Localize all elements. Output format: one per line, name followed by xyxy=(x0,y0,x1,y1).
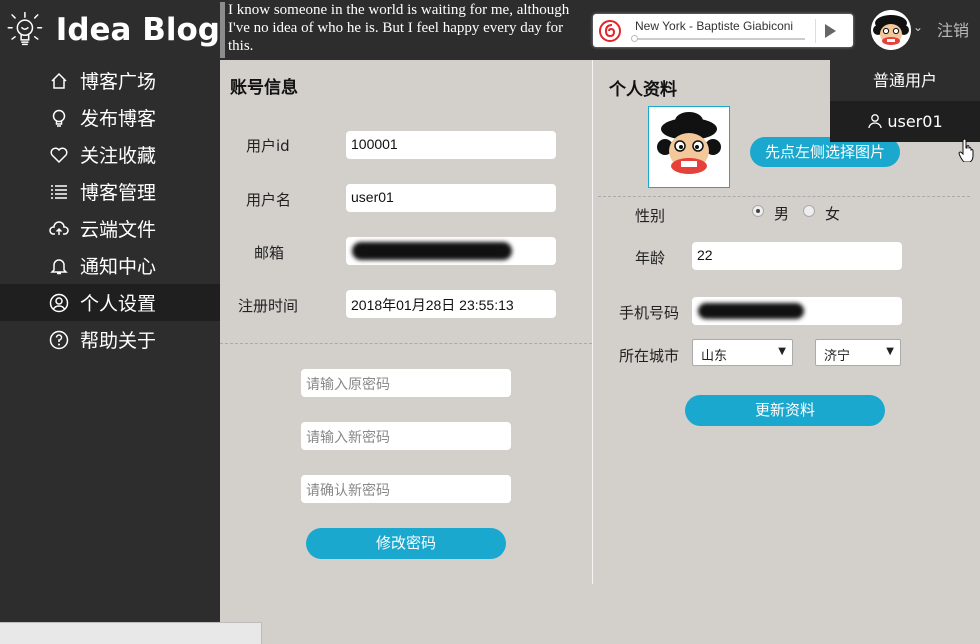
logo[interactable]: Idea Blog xyxy=(0,0,220,60)
monkey-avatar-icon xyxy=(649,107,729,187)
dropdown-arrow-icon: ▼ xyxy=(886,346,894,357)
city-label: 所在城市 xyxy=(619,347,680,365)
age-label: 年龄 xyxy=(635,249,666,267)
sidebar-item-personal-settings[interactable]: 个人设置 xyxy=(0,284,220,321)
player-track-title: New York - Baptiste Giabiconi xyxy=(635,19,794,33)
sidebar-item-label: 个人设置 xyxy=(80,293,157,315)
province-value: 山东 xyxy=(701,349,728,364)
lightbulb-logo-icon xyxy=(7,11,43,46)
sidebar-item-label: 发布博客 xyxy=(80,108,157,130)
email-label: 邮箱 xyxy=(254,244,285,262)
logo-text: Idea Blog xyxy=(55,12,220,48)
sidebar-item-label: 关注收藏 xyxy=(80,145,157,167)
regtime-field: 2018年01月28日 23:55:13 xyxy=(346,290,556,318)
gender-male-label: 男 xyxy=(774,205,790,223)
play-button[interactable] xyxy=(815,19,845,43)
header-quote: I know someone in the world is waiting f… xyxy=(228,2,570,54)
profile-image[interactable] xyxy=(648,106,730,188)
gender-label: 性别 xyxy=(635,207,666,225)
account-section-title: 账号信息 xyxy=(230,78,298,98)
logout-link[interactable]: 注销 xyxy=(937,17,969,41)
sidebar-item-label: 博客管理 xyxy=(80,182,157,204)
home-icon xyxy=(51,72,67,89)
vertical-divider xyxy=(592,60,593,584)
sidebar-item-blog-manage[interactable]: 博客管理 xyxy=(0,173,220,210)
dropdown-arrow-icon: ▼ xyxy=(778,346,786,357)
sidebar-item-label: 云端文件 xyxy=(80,219,157,241)
profile-section-title: 个人资料 xyxy=(609,80,677,100)
province-select[interactable]: 山东 ▼ xyxy=(692,339,793,366)
user-icon xyxy=(868,114,883,129)
sidebar-item-blog-square[interactable]: 博客广场 xyxy=(0,62,220,99)
divider xyxy=(220,343,592,344)
chevron-down-icon[interactable]: ⌄ xyxy=(913,20,923,34)
user-name-label: user01 xyxy=(887,112,943,131)
redacted-email xyxy=(352,242,512,260)
player-progress-knob[interactable] xyxy=(631,35,638,42)
sidebar-item-cloud-files[interactable]: 云端文件 xyxy=(0,210,220,247)
uid-field: 100001 xyxy=(346,131,556,159)
old-password-input[interactable]: 请输入原密码 xyxy=(301,369,511,397)
sidebar-item-notifications[interactable]: 通知中心 xyxy=(0,247,220,284)
player-progress-track[interactable] xyxy=(633,38,805,40)
heart-icon xyxy=(50,147,68,164)
gender-female-label: 女 xyxy=(825,205,841,223)
sidebar-item-help[interactable]: 帮助关于 xyxy=(0,321,220,358)
user-role-item[interactable]: 普通用户 xyxy=(830,60,980,101)
age-input[interactable]: 22 xyxy=(692,242,902,270)
user-icon xyxy=(49,293,69,313)
city-select[interactable]: 济宁 ▼ xyxy=(815,339,901,366)
uid-label: 用户id xyxy=(246,137,290,155)
sidebar-item-label: 博客广场 xyxy=(80,71,157,93)
phone-label: 手机号码 xyxy=(619,304,680,322)
monkey-avatar-icon xyxy=(871,10,911,50)
regtime-label: 注册时间 xyxy=(238,297,299,315)
cloud-upload-icon xyxy=(49,221,69,235)
top-bar: Idea Blog I know someone in the world is… xyxy=(0,0,980,60)
gender-male-radio[interactable] xyxy=(752,205,764,217)
username-label: 用户名 xyxy=(246,191,292,209)
user-dropdown-menu: 普通用户 user01 xyxy=(830,60,980,142)
change-password-button[interactable]: 修改密码 xyxy=(306,528,506,559)
avatar[interactable] xyxy=(871,10,911,50)
user-name-item[interactable]: user01 xyxy=(830,101,980,142)
city-value: 济宁 xyxy=(824,349,851,364)
gender-female-radio[interactable] xyxy=(803,205,815,217)
redacted-phone xyxy=(698,303,804,319)
sidebar-item-label: 通知中心 xyxy=(80,256,157,278)
divider xyxy=(598,196,970,197)
help-icon xyxy=(49,330,69,350)
list-icon xyxy=(51,185,67,199)
sidebar-item-publish[interactable]: 发布博客 xyxy=(0,99,220,136)
play-icon xyxy=(825,24,836,38)
sidebar-item-label: 帮助关于 xyxy=(80,330,157,352)
hand-cursor-icon xyxy=(958,138,974,162)
music-player[interactable]: New York - Baptiste Giabiconi xyxy=(593,14,853,47)
header-divider xyxy=(220,2,225,58)
username-field: user01 xyxy=(346,184,556,212)
sidebar: 博客广场 发布博客 关注收藏 博客管理 云端文件 通知中心 个人设置 帮助关于 xyxy=(0,60,220,644)
update-profile-button[interactable]: 更新资料 xyxy=(685,395,885,426)
email-field xyxy=(346,237,556,265)
bottom-strip xyxy=(0,622,262,644)
confirm-password-input[interactable]: 请确认新密码 xyxy=(301,475,511,503)
netease-music-icon xyxy=(599,20,621,42)
sidebar-item-favorites[interactable]: 关注收藏 xyxy=(0,136,220,173)
phone-input[interactable] xyxy=(692,297,902,325)
bell-icon xyxy=(50,259,68,275)
lightbulb-icon xyxy=(52,109,66,127)
new-password-input[interactable]: 请输入新密码 xyxy=(301,422,511,450)
